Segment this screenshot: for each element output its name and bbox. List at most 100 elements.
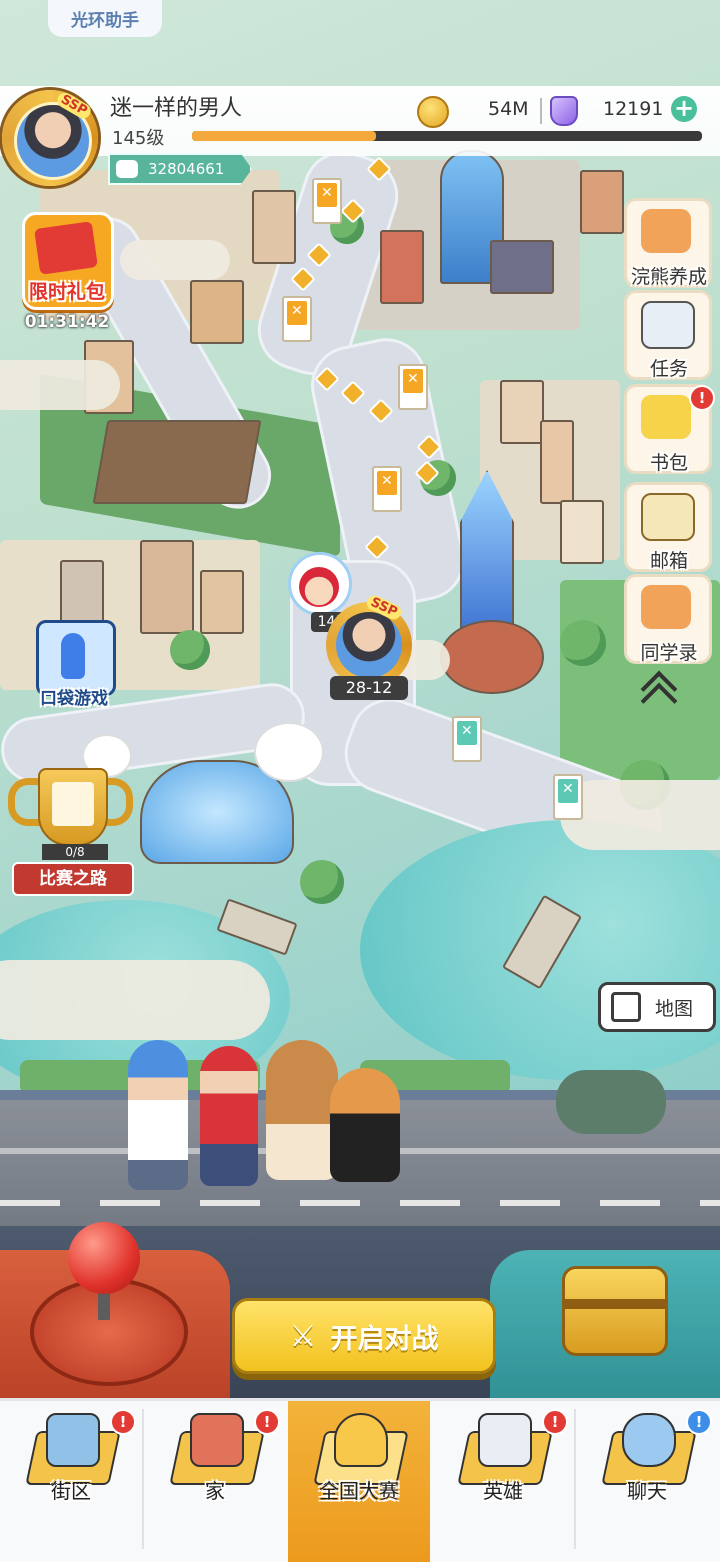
alert-badge: ! [686,1409,712,1435]
side-label: 浣熊养成 [630,266,707,288]
building [140,540,194,634]
nav-label: 家 [205,1479,225,1503]
raccoon-book-icon [641,585,691,629]
hero-character[interactable] [128,1040,188,1190]
runner-icon [61,633,85,679]
stage-flag-x-icon[interactable]: ✕ [398,364,428,410]
xp-bar-fill [192,131,376,141]
nav-item-national-contest[interactable]: 全国大赛 [288,1401,430,1562]
bottom-nav: 街区 ! 家 ! 全国大赛 英雄 ! 聊天 ! [0,1398,720,1562]
lane-dash [0,1200,720,1206]
backpack-button[interactable]: 书包 ! [624,384,715,474]
alert-badge: ! [542,1409,568,1435]
raccoon-character[interactable] [330,1068,400,1182]
pocket-games-label: 口袋游戏 [40,689,108,709]
building [380,230,424,304]
building [500,380,544,444]
house-icon [190,1413,244,1467]
map-button[interactable]: 地图 [598,982,716,1032]
tree [300,860,344,904]
divider [540,98,542,124]
competition-road-label[interactable]: 比赛之路 [12,862,134,896]
power-badge: 32804661 [108,153,252,185]
start-battle-label: 开启对战 [330,1323,439,1355]
hero-character[interactable] [200,1046,258,1186]
tree [560,620,606,666]
gem-icon [550,96,578,126]
chat-bubbles-icon [622,1413,676,1467]
building [540,420,574,504]
side-label: 任务 [649,358,688,380]
stage-flag-x-icon[interactable]: ✕ [312,178,342,224]
stage-flag-locked-icon[interactable]: ✕ [452,716,482,762]
envelope-icon [641,493,695,541]
gift-label: 限时礼包 [28,281,105,303]
side-label: 邮箱 [649,550,688,572]
camera-bubble-icon[interactable] [254,722,324,782]
nav-label: 全国大赛 [319,1479,399,1503]
joystick-knob-icon[interactable] [68,1222,140,1294]
stage-flag-x-icon[interactable]: ✕ [372,466,402,512]
tree [170,630,210,670]
building [490,240,554,294]
trophy-icon [334,1413,388,1467]
raccoon-training-button[interactable]: 浣熊养成 [624,198,712,288]
player-bar [0,86,720,156]
building [190,280,244,344]
cloud [0,360,120,410]
player-score: 28-12 [330,676,408,700]
nav-item-heroes[interactable]: 英雄 ! [432,1401,574,1562]
tasks-button[interactable]: 任务 [624,290,712,380]
nav-label: 英雄 [483,1479,523,1503]
side-label: 同学录 [640,642,698,664]
route-progress: 0/8 [42,844,108,860]
coin-icon [417,96,449,128]
trophy-handle [104,778,133,826]
power-value: 32804661 [148,160,225,178]
raccoon-character[interactable] [266,1040,338,1180]
building [560,500,604,564]
trophy-icon [38,768,108,846]
nav-item-district[interactable]: 街区 ! [0,1401,142,1562]
gem-amount: 12191 [603,98,664,120]
nav-item-home[interactable]: 家 ! [144,1401,286,1562]
assistant-tab[interactable]: 光环助手 [48,0,162,37]
opponent-avatar[interactable] [288,552,352,616]
map-icon [611,992,641,1022]
backpack-icon [641,395,691,439]
red-envelope-icon [34,221,98,275]
collapse-chevron-icon[interactable] [640,668,680,720]
treasure-chest-icon[interactable] [562,1266,668,1356]
start-battle-button[interactable]: ⚔ 开启对战 [232,1298,496,1374]
stage-flag-locked-icon[interactable]: ✕ [553,774,583,820]
mailbox-button[interactable]: 邮箱 [624,482,712,572]
player-level: 145级 [112,128,165,149]
raccoon-icon [641,209,691,253]
side-label: 书包 [649,452,688,474]
building [200,570,244,634]
scooter [556,1070,666,1134]
classmates-button[interactable]: 同学录 [624,574,712,664]
opponent-face [299,567,339,607]
plus-icon[interactable]: + [671,96,697,122]
alert-badge: ! [254,1409,280,1435]
building [252,190,296,264]
map-label: 地图 [655,997,694,1020]
cloud [560,780,720,850]
cloud [120,240,230,280]
clipboard-icon [641,301,695,349]
player-map-avatar[interactable] [336,612,402,678]
building [580,170,624,234]
joystick-stick [98,1290,110,1320]
crossed-swords-icon: ⚔ [289,1318,317,1354]
nav-item-chat[interactable]: 聊天 ! [576,1401,718,1562]
fist-icon [116,160,138,178]
hero-cards-icon [478,1413,532,1467]
stage-flag-x-icon[interactable]: ✕ [282,296,312,342]
competition-road-button[interactable] [8,768,134,848]
player-name: 迷一样的男人 [110,96,243,121]
alert-badge: ! [110,1409,136,1435]
signpost-icon [46,1413,100,1467]
gift-timer: 01:31:42 [24,312,110,332]
cloud [0,960,270,1040]
